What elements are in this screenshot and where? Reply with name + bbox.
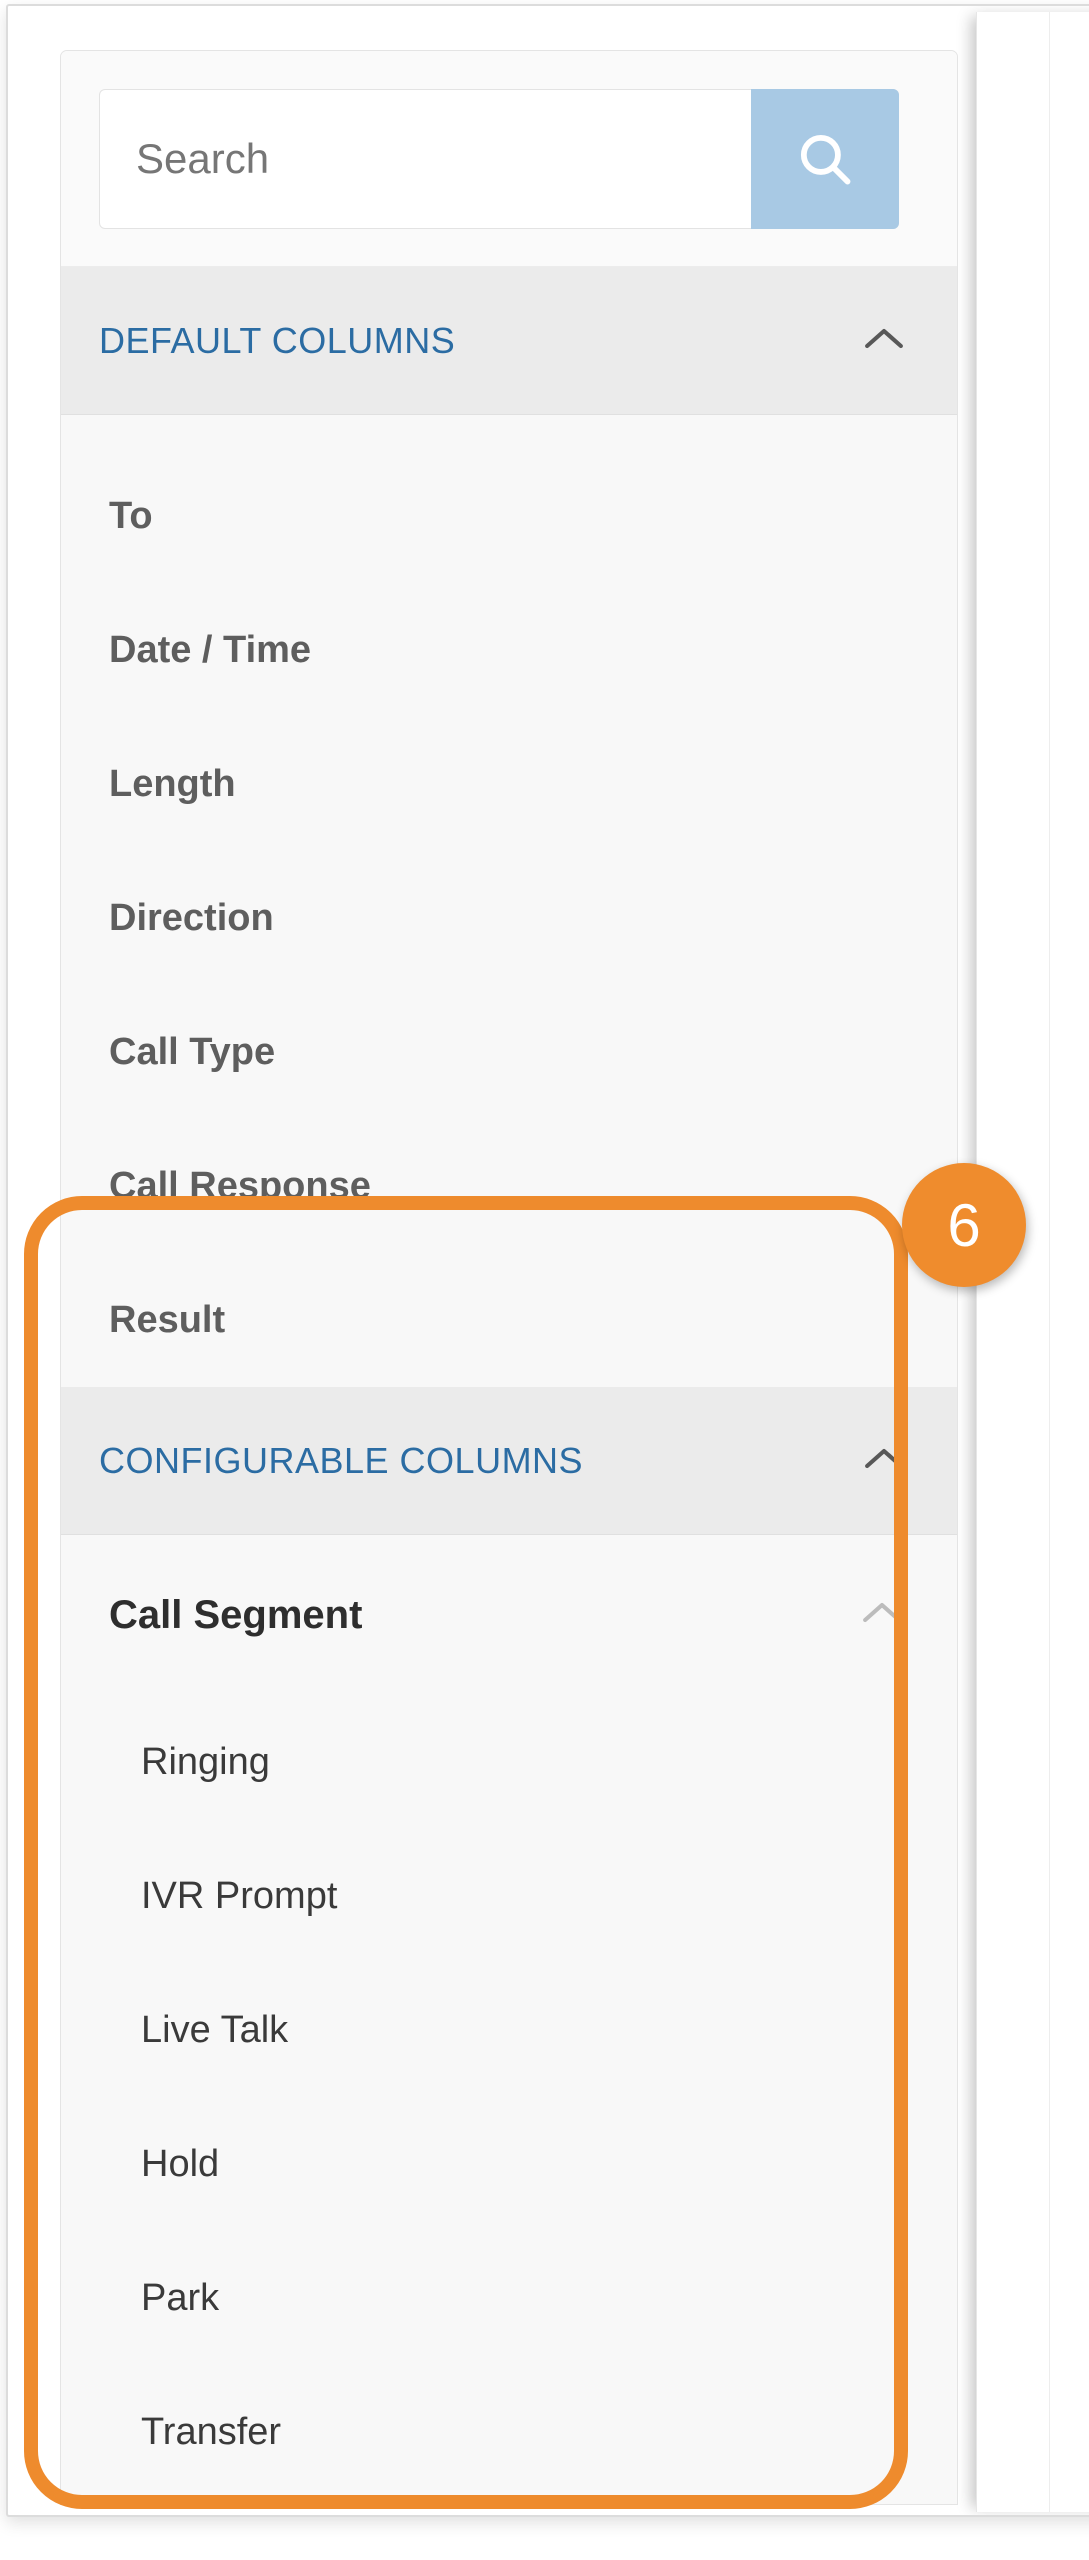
table-row[interactable]: Date / Time [61, 583, 957, 717]
list-item[interactable]: Park [61, 2231, 957, 2365]
table-row[interactable]: Result [61, 1253, 957, 1387]
list-item-label: Live Talk [141, 2008, 289, 2051]
list-item-label: Park [141, 2276, 220, 2319]
search-zone [61, 51, 957, 267]
default-columns-list: From To Date / Time Length Direction Cal… [61, 415, 957, 1387]
table-row[interactable]: To [61, 449, 957, 583]
list-item[interactable]: Transfer [61, 2365, 957, 2499]
list-item-label: Length [109, 762, 236, 805]
list-item-label: Date / Time [109, 628, 312, 671]
callout-step-badge: 6 [902, 1163, 1026, 1287]
section-header-default-columns[interactable]: DEFAULT COLUMNS [61, 267, 957, 415]
chevron-up-icon [861, 1443, 907, 1478]
list-item[interactable]: VM Greeting [61, 2499, 957, 2504]
list-item-label: Call Type [109, 1030, 276, 1073]
list-item-label: Hold [141, 2142, 220, 2185]
section-header-configurable-columns[interactable]: CONFIGURABLE COLUMNS [61, 1387, 957, 1535]
table-row[interactable]: Direction [61, 851, 957, 985]
list-item-label: To [109, 494, 153, 537]
list-item-label: Direction [109, 896, 274, 939]
configurable-columns-list: Call Segment Ringing IVR Prompt Live Tal… [61, 1535, 957, 2504]
search-field-group [99, 89, 899, 229]
list-item-label: Transfer [141, 2410, 282, 2453]
screenshot-stage: DEFAULT COLUMNS From To Date / Time [0, 0, 1089, 2560]
table-row[interactable]: Length [61, 717, 957, 851]
search-icon [792, 126, 858, 192]
section-title-configurable-columns: CONFIGURABLE COLUMNS [99, 1439, 584, 1481]
background-page-column [1049, 12, 1089, 2512]
list-item-label: Ringing [141, 1740, 270, 1783]
list-item-clipped[interactable]: From [61, 415, 957, 449]
section-title-default-columns: DEFAULT COLUMNS [99, 319, 456, 361]
list-item-label: Result [109, 1298, 226, 1341]
list-item-label: IVR Prompt [141, 1874, 338, 1917]
search-button[interactable] [751, 89, 899, 229]
list-item[interactable]: Hold [61, 2097, 957, 2231]
table-row[interactable]: Call Type [61, 985, 957, 1119]
list-item[interactable]: IVR Prompt [61, 1829, 957, 1963]
column-chooser-popover: DEFAULT COLUMNS From To Date / Time [60, 50, 958, 2505]
chevron-up-icon [859, 1593, 905, 1638]
chevron-up-icon [861, 323, 907, 358]
list-item-label: Call Response [109, 1164, 371, 1207]
list-item[interactable]: Live Talk [61, 1963, 957, 2097]
list-item[interactable]: Ringing [61, 1695, 957, 1829]
table-row[interactable]: Call Response [61, 1119, 957, 1253]
group-title-label: Call Segment [109, 1592, 363, 1637]
group-header-call-segment[interactable]: Call Segment [61, 1535, 957, 1695]
search-input[interactable] [100, 90, 751, 228]
